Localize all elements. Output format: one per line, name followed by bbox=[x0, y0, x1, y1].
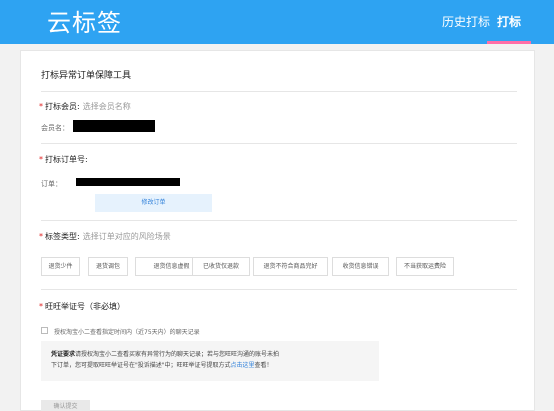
order-number-redacted bbox=[76, 178, 180, 186]
tag-option[interactable]: 退货调包 bbox=[88, 257, 128, 276]
note-text-1: 请授权淘宝小二查看买家有异常行为的聊天记录；若与您旺旺沟通的账号未拍 bbox=[75, 351, 280, 358]
member-name-label: 会员名： bbox=[41, 124, 69, 132]
member-hint: 选择会员名称 bbox=[82, 102, 131, 111]
click-here-link[interactable]: 点击这里 bbox=[231, 362, 255, 369]
card-title: 打标异常订单保障工具 bbox=[41, 71, 132, 81]
tag-hint: 选择订单对应的风险场景 bbox=[82, 232, 171, 241]
member-name-redacted bbox=[73, 120, 155, 132]
submit-button[interactable]: 确认提交 bbox=[41, 400, 90, 411]
nav-history-tab[interactable]: 历史打标 bbox=[442, 13, 490, 30]
tag-option[interactable]: 收货信息错误 bbox=[332, 257, 389, 276]
evidence-requirement-note: 凭证要求请授权淘宝小二查看买家有异常行为的聊天记录；若与您旺旺沟通的账号未拍 下… bbox=[41, 341, 379, 381]
tag-option[interactable]: 不当获取运费险 bbox=[396, 257, 454, 276]
required-marker: * bbox=[39, 155, 43, 164]
tag-title: 标签类型: bbox=[45, 232, 80, 241]
member-section-title: * 打标会员: 选择会员名称 bbox=[39, 101, 131, 112]
divider bbox=[41, 143, 517, 144]
tag-section-title: * 标签类型: 选择订单对应的风险场景 bbox=[39, 231, 171, 242]
divider bbox=[41, 289, 517, 290]
authorize-chat-label: 授权淘宝小二查看指定时间内（近75天内）的聊天记录 bbox=[54, 329, 200, 336]
top-navigation-bar: 云标签 历史打标 打标 bbox=[0, 0, 554, 44]
note-title: 凭证要求 bbox=[51, 351, 76, 358]
note-text-3: 查看！ bbox=[254, 362, 273, 369]
order-section-title: * 打标订单号: bbox=[39, 154, 88, 165]
tool-card: 打标异常订单保障工具 * 打标会员: 选择会员名称 会员名： * 打标订单号: 订单：… bbox=[20, 50, 535, 411]
active-tab-indicator bbox=[487, 41, 531, 44]
authorize-chat-checkbox[interactable] bbox=[41, 327, 48, 334]
divider bbox=[41, 220, 517, 221]
nav-print-tab[interactable]: 打标 bbox=[497, 13, 521, 30]
divider bbox=[41, 91, 517, 92]
order-title: 打标订单号: bbox=[45, 155, 88, 164]
required-marker: * bbox=[39, 102, 43, 111]
tag-option[interactable]: 退货少件 bbox=[41, 257, 80, 276]
note-text-2: 下订单，您可提取旺旺举证号在"投诉描述"中；旺旺举证号提取方式 bbox=[51, 362, 231, 369]
order-label: 订单： bbox=[41, 180, 62, 188]
note-line-2: 下订单，您可提取旺旺举证号在"投诉描述"中；旺旺举证号提取方式点击这里查看！ bbox=[51, 360, 369, 371]
app-logo-title: 云标签 bbox=[47, 9, 122, 37]
wangwang-section-title: * 旺旺举证号（非必填） bbox=[39, 301, 125, 312]
required-marker: * bbox=[39, 302, 43, 311]
tag-option[interactable]: 退货不符合商品完好 bbox=[253, 257, 328, 276]
required-marker: * bbox=[39, 232, 43, 241]
modify-order-button[interactable]: 修改订单 bbox=[95, 194, 212, 212]
member-title: 打标会员: bbox=[45, 102, 80, 111]
wangwang-title: 旺旺举证号（非必填） bbox=[45, 302, 125, 311]
note-line-1: 凭证要求请授权淘宝小二查看买家有异常行为的聊天记录；若与您旺旺沟通的账号未拍 bbox=[51, 349, 369, 360]
tag-option[interactable]: 已收货仅退款 bbox=[192, 257, 250, 276]
